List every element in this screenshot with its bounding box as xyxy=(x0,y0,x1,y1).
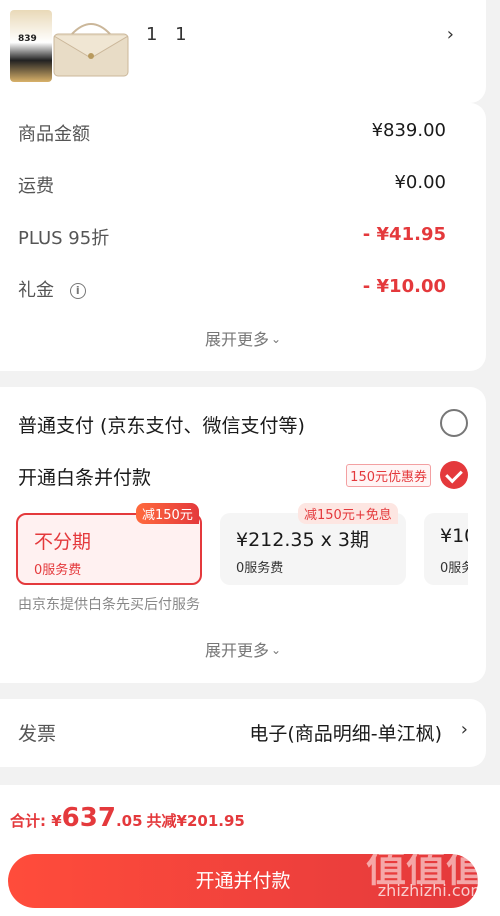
plan-discount-tag: 减150元 xyxy=(136,503,199,524)
summary-row-shipping: 运费 ¥0.00 xyxy=(18,172,446,202)
product-strip[interactable]: 839 1 1 › xyxy=(0,0,486,103)
normal-payment-radio[interactable] xyxy=(440,409,468,437)
watermark-url: zhizhizhi.com xyxy=(377,881,486,900)
pay-button-label: 开通并付款 xyxy=(195,870,291,892)
checkout-bar: 合计: ¥637.05 共减¥201.95 开通并付款 值值值 zhizhizhi… xyxy=(0,785,500,916)
normal-payment-label[interactable]: 普通支付 (京东支付、微信支付等) xyxy=(18,411,305,438)
total-savings: 共减¥201.95 xyxy=(146,812,245,830)
summary-row-subtotal: 商品金额 ¥839.00 xyxy=(18,120,446,150)
plan-main: ¥10 xyxy=(440,525,468,547)
total-decimal: .05 xyxy=(115,812,143,830)
plan-sub: 0服务费 xyxy=(34,563,82,578)
plan-option-more[interactable]: ¥10 0服务 xyxy=(424,513,468,585)
summary-row-gift: 礼金 i - ¥10.00 xyxy=(18,276,446,306)
total-prefix: 合计: ¥ xyxy=(10,812,62,830)
chevron-down-icon: ⌄ xyxy=(270,643,282,657)
product-quantity: 1 1 xyxy=(146,24,193,45)
expand-more-button[interactable]: 展开更多 ⌄ xyxy=(0,326,486,350)
plan-sub: 0服务费 xyxy=(236,561,284,576)
row-label: 礼金 i xyxy=(18,276,86,302)
product-thumbnail: 839 xyxy=(10,10,52,82)
row-value: ¥0.00 xyxy=(394,172,446,193)
plan-main: ¥212.35 x 3期 xyxy=(236,529,369,551)
baitiao-note: 由京东提供白条先买后付服务 xyxy=(18,597,200,613)
info-icon[interactable]: i xyxy=(69,283,86,299)
product-badge: 839 xyxy=(18,34,37,44)
total-integer: 637 xyxy=(61,803,116,833)
payment-expand-more-button[interactable]: 展开更多 ⌄ xyxy=(0,637,486,661)
payment-section: 普通支付 (京东支付、微信支付等) 开通白条并付款 150元优惠券 不分期 0服… xyxy=(0,387,486,683)
handbag-image xyxy=(53,23,129,77)
row-value: ¥839.00 xyxy=(371,120,446,141)
baitiao-payment-radio[interactable] xyxy=(440,461,468,489)
invoice-row[interactable]: 发票 电子(商品明细-单江枫) › xyxy=(0,699,486,767)
baitiao-payment-label[interactable]: 开通白条并付款 xyxy=(18,463,151,490)
row-value: - ¥41.95 xyxy=(362,224,446,245)
row-value: - ¥10.00 xyxy=(362,276,446,297)
row-label: PLUS 95折 xyxy=(18,228,110,249)
plan-sub: 0服务 xyxy=(440,561,468,576)
plan-main: 不分期 xyxy=(34,531,92,553)
chevron-right-icon[interactable]: › xyxy=(447,24,454,45)
chevron-right-icon: › xyxy=(460,719,468,740)
row-label: 商品金额 xyxy=(18,124,90,145)
invoice-value: 电子(商品明细-单江枫) xyxy=(249,723,442,745)
plan-discount-tag: 减150元+免息 xyxy=(298,503,398,524)
invoice-label: 发票 xyxy=(18,723,57,745)
row-label: 运费 xyxy=(18,176,54,197)
chevron-down-icon: ⌄ xyxy=(270,332,282,346)
installment-plans: 不分期 0服务费 ¥212.35 x 3期 0服务费 ¥10 0服务 xyxy=(16,513,468,587)
gift-label: 礼金 xyxy=(18,280,54,301)
expand-more-label: 展开更多 xyxy=(204,330,269,349)
total-amount: 合计: ¥637.05 共减¥201.95 xyxy=(10,803,245,833)
price-summary: 商品金额 ¥839.00 运费 ¥0.00 PLUS 95折 - ¥41.95 … xyxy=(0,103,486,371)
coupon-badge: 150元优惠券 xyxy=(346,464,431,487)
expand-more-label: 展开更多 xyxy=(204,641,269,660)
summary-row-plus-discount: PLUS 95折 - ¥41.95 xyxy=(18,224,446,254)
